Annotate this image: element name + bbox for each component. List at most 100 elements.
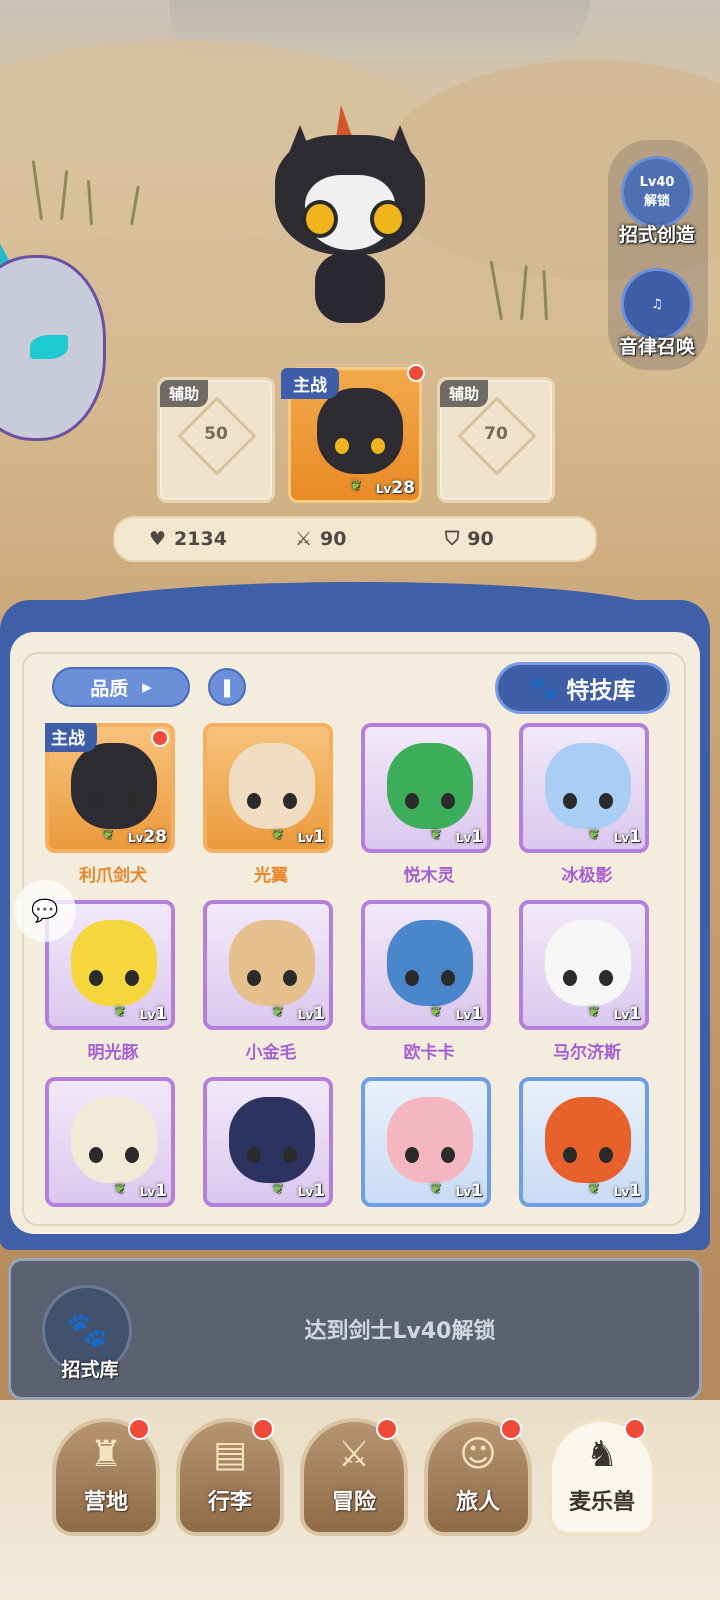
skill-create-label: 招式创造 [618, 224, 695, 246]
slot-unlock-value: 70 [484, 424, 508, 444]
nav-tab-3[interactable]: ☺ 旅人 [424, 1418, 532, 1536]
monster-name: 冰极影 [561, 866, 613, 886]
monster-portrait [229, 743, 315, 829]
monster-card[interactable]: ❦ Lv1 欧卡卡 [361, 900, 497, 1063]
character-icon: ☺ [459, 1434, 497, 1475]
leaf-icon: ❦ [101, 827, 114, 843]
main-monster-character[interactable] [270, 105, 430, 345]
nav-tab-0[interactable]: ♜ 营地 [52, 1418, 160, 1536]
leaf-icon: ❦ [113, 1181, 126, 1197]
leaf-icon: ❦ [429, 1004, 442, 1020]
quality-filter-button[interactable]: 品质 ▸ [52, 667, 190, 707]
stat-attack: ⚔ 90 [295, 528, 347, 550]
monster-portrait [317, 388, 403, 474]
main-battle-tag: 主战 [45, 723, 97, 752]
nav-tab-2[interactable]: ⚔ 冒险 [300, 1418, 408, 1536]
leaf-icon: ❦ [271, 827, 284, 843]
monster-portrait [545, 1097, 631, 1183]
level-label: ❦ Lv1 [587, 1181, 641, 1201]
skill-library-label: 特技库 [566, 678, 636, 704]
monster-face-icon: ♞ [585, 1434, 619, 1475]
lyre-icon: ♫ [621, 268, 693, 340]
nav-tab-label: 行李 [207, 1490, 252, 1515]
monster-card[interactable]: ❦ Lv1 马尔济斯 [519, 900, 655, 1063]
monster-card[interactable]: ❦ Lv1 [203, 1077, 339, 1208]
unlock-requirement-text: 达到剑士Lv40解锁 [304, 1319, 496, 1344]
monster-card[interactable]: ❦ Lv1 冰极影 [519, 723, 655, 886]
monster-card[interactable]: ❦ Lv1 [519, 1077, 655, 1208]
leaf-icon: ❦ [587, 1181, 600, 1197]
level-label: ❦ Lv1 [429, 827, 483, 847]
nav-tab-label: 麦乐兽 [568, 1490, 635, 1515]
stat-attack-value: 90 [320, 528, 347, 550]
support-slot-left[interactable]: 辅助 50 [157, 377, 275, 503]
paw-icon: 🐾 [529, 675, 559, 702]
monster-card[interactable]: ❦ Lv1 光翼 [203, 723, 339, 886]
level-label: ❦ Lv1 [587, 1004, 641, 1024]
stat-hp-value: 2134 [174, 528, 227, 550]
main-battle-slot[interactable]: 主战 ❦ Lv28 [281, 364, 425, 503]
notification-dot [407, 364, 425, 382]
notification-dot [376, 1418, 398, 1440]
nav-tab-1[interactable]: ▤ 行李 [176, 1418, 284, 1536]
monster-portrait-frame: ❦ Lv1 [203, 1077, 333, 1207]
level-label: ❦ Lv1 [113, 1181, 167, 1201]
ally-monster-ice [0, 215, 130, 455]
nav-tab-label: 营地 [83, 1490, 128, 1515]
melody-summon-button[interactable]: ♫ 音律召唤 [612, 268, 702, 359]
monster-portrait [545, 743, 631, 829]
lock-level-text: Lv40 [639, 175, 675, 190]
monster-grid: 主战 ❦ Lv28 利爪剑犬 ❦ Lv1 光翼 ❦ Lv1 悦木灵 ❦ Lv1 冰极影 ❦ Lv1 明光豚 ❦ L… [45, 723, 665, 1208]
support-slot-right[interactable]: 辅助 70 [437, 377, 555, 503]
skill-create-button[interactable]: Lv40 解锁 招式创造 [612, 156, 702, 247]
nav-tab-label: 旅人 [455, 1490, 500, 1515]
stat-defense-value: 90 [467, 528, 494, 550]
skill-library-button[interactable]: 🐾 特技库 [495, 662, 670, 714]
monster-card[interactable]: 主战 ❦ Lv28 利爪剑犬 [45, 723, 181, 886]
nav-tab-4[interactable]: ♞ 麦乐兽 [548, 1418, 656, 1536]
monster-portrait-frame: ❦ Lv1 [203, 900, 333, 1030]
monster-name: 欧卡卡 [403, 1043, 455, 1063]
leaf-icon: ❦ [587, 827, 600, 843]
level-label: ❦ Lv1 [113, 1004, 167, 1024]
slot-unlock-value: 50 [204, 424, 228, 444]
monster-name: 小金毛 [245, 1043, 297, 1063]
monster-name: 明光豚 [87, 1043, 139, 1063]
monster-name: 光翼 [254, 866, 288, 886]
melody-summon-label: 音律召唤 [618, 336, 695, 358]
nav-tab-label: 冒险 [331, 1490, 376, 1515]
book-icon[interactable]: ❚ [208, 668, 246, 706]
monster-portrait-frame: ❦ Lv1 [519, 1077, 649, 1207]
leaf-icon: ❦ [587, 1004, 600, 1020]
castle-icon: ♜ [89, 1434, 123, 1475]
monster-portrait [229, 1097, 315, 1183]
monster-portrait [229, 920, 315, 1006]
leaf-icon: ❦ [429, 827, 442, 843]
slot-tag: 辅助 [440, 380, 489, 407]
quality-filter-label: 品质 [90, 677, 129, 700]
level-label: ❦ Lv1 [587, 827, 641, 847]
monster-portrait [71, 743, 157, 829]
monster-name: 悦木灵 [403, 866, 455, 886]
monster-card[interactable]: ❦ Lv1 [45, 1077, 181, 1208]
crossed-swords-icon: ⚔ [295, 528, 313, 550]
monster-portrait-frame: ❦ Lv1 [519, 900, 649, 1030]
notification-dot [252, 1418, 274, 1440]
monster-portrait [545, 920, 631, 1006]
slot-tag: 主战 [281, 368, 339, 399]
crossed-swords-icon: ⚔ [337, 1434, 371, 1475]
level-label: ❦ Lv28 [101, 827, 167, 847]
stat-hp: ♥ 2134 [149, 528, 227, 550]
chat-bubble-icon[interactable]: 💬 [14, 880, 76, 942]
monster-card[interactable]: ❦ Lv1 悦木灵 [361, 723, 497, 886]
heart-icon: ♥ [149, 528, 167, 550]
notification-dot [500, 1418, 522, 1440]
monster-card[interactable]: ❦ Lv1 小金毛 [203, 900, 339, 1063]
level-label: ❦ Lv28 [349, 478, 415, 498]
leaf-icon: ❦ [429, 1181, 442, 1197]
monster-card[interactable]: ❦ Lv1 [361, 1077, 497, 1208]
level-label: ❦ Lv1 [429, 1004, 483, 1024]
notification-dot [128, 1418, 150, 1440]
monster-portrait [71, 1097, 157, 1183]
lock-status-text: 解锁 [643, 194, 670, 209]
